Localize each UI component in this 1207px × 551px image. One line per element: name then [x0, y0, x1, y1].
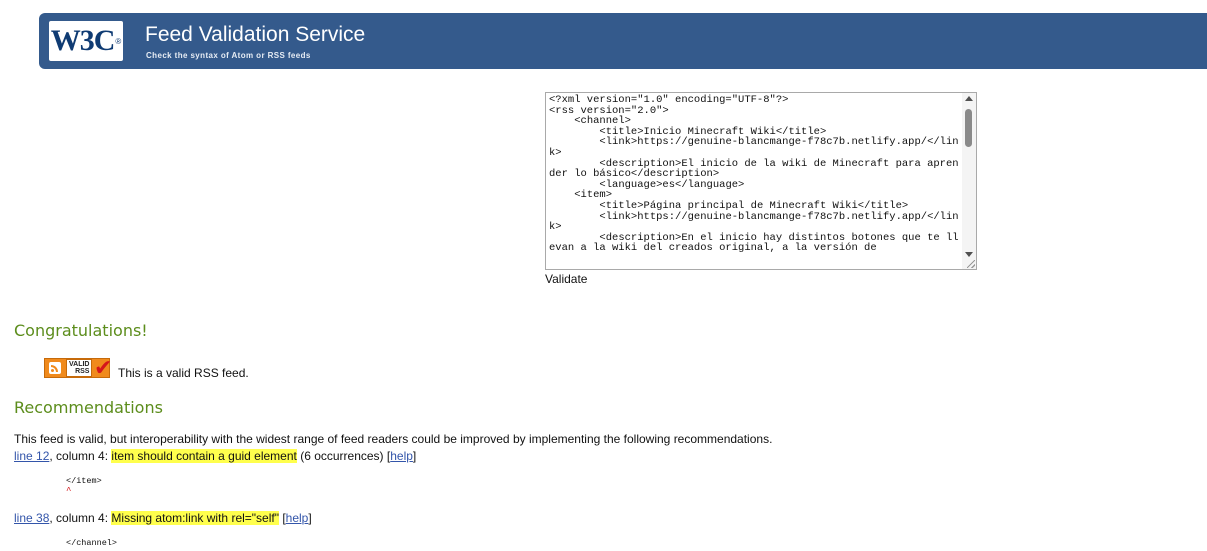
code-snippet: </item> ^ [66, 476, 102, 496]
column-text: , column 4: [49, 511, 112, 525]
textarea-scrollbar[interactable] [962, 93, 976, 269]
rss-feed-icon [49, 362, 61, 374]
congratulations-heading: Congratulations! [14, 321, 148, 340]
bracket-close: ] [412, 449, 417, 463]
scroll-up-arrow-icon[interactable] [965, 96, 973, 101]
scroll-thumb[interactable] [965, 109, 972, 147]
valid-feed-row: VALID RSS ✔ This is a valid RSS feed. [44, 355, 249, 381]
column-text: , column 4: [49, 449, 112, 463]
valid-rss-badge[interactable]: VALID RSS ✔ [44, 355, 118, 381]
badge-label-top: VALID [69, 361, 90, 368]
snippet-text: </channel> [66, 538, 118, 548]
w3c-logo-text: W3C [50, 24, 116, 57]
caret-marker: ^ [66, 486, 72, 496]
page-title: Feed Validation Service [145, 23, 366, 46]
recommendation-message: Missing atom:link with rel="self" [111, 511, 279, 525]
snippet-text: </item> [66, 476, 102, 486]
recommendation-extra: (6 occurrences) [ [296, 449, 391, 463]
recommendation-item: line 12, column 4: item should contain a… [14, 449, 416, 463]
checkmark-icon: ✔ [94, 355, 113, 380]
validate-button[interactable]: Validate [545, 272, 587, 286]
w3c-logo[interactable]: W3C ® [49, 21, 123, 61]
w3c-logo-registered: ® [115, 36, 122, 46]
line-link[interactable]: line 12 [14, 449, 49, 463]
recommendations-intro: This feed is valid, but interoperability… [14, 432, 773, 446]
bracket-close: ] [308, 511, 312, 525]
scroll-down-arrow-icon[interactable] [965, 252, 973, 257]
badge-label-bottom: RSS [75, 368, 90, 375]
recommendation-extra: [ [278, 511, 286, 525]
code-snippet: </channel> [66, 538, 117, 548]
valid-feed-message: This is a valid RSS feed. [118, 366, 249, 380]
feed-source-textarea[interactable]: <?xml version="1.0" encoding="UTF-8"?> <… [545, 92, 977, 270]
feed-source-content[interactable]: <?xml version="1.0" encoding="UTF-8"?> <… [546, 93, 976, 254]
recommendation-message: item should contain a guid element [111, 449, 297, 463]
header-banner: W3C ® Feed Validation Service Check the s… [39, 13, 1207, 69]
help-link[interactable]: help [390, 449, 413, 463]
resize-grip-icon[interactable] [967, 260, 975, 268]
line-link[interactable]: line 38 [14, 511, 49, 525]
recommendation-item: line 38, column 4: Missing atom:link wit… [14, 511, 312, 525]
badge-label: VALID RSS [66, 359, 93, 377]
page-subtitle: Check the syntax of Atom or RSS feeds [146, 51, 311, 60]
recommendations-heading: Recommendations [14, 398, 163, 417]
help-link[interactable]: help [286, 511, 309, 525]
